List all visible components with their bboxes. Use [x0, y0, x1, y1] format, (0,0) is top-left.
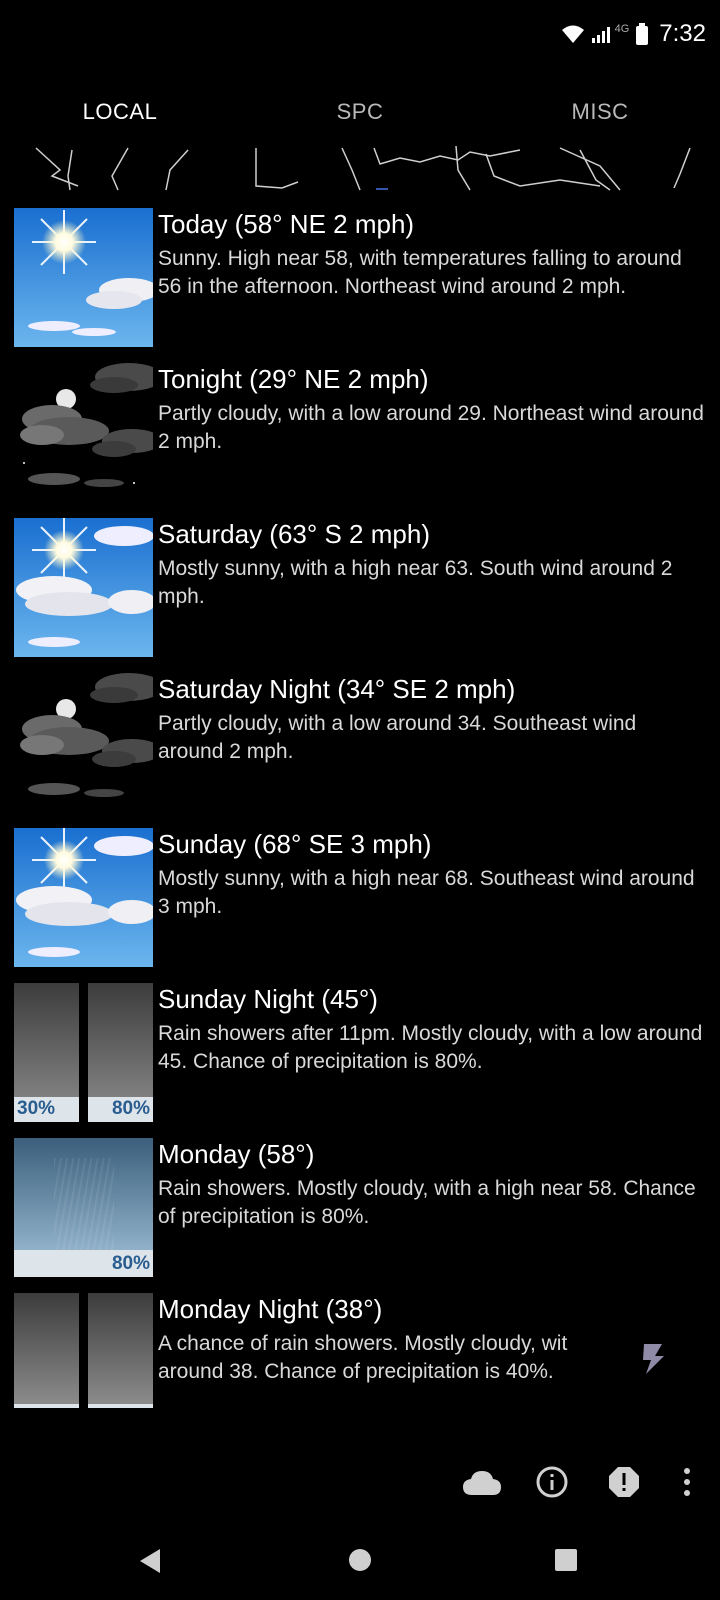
sunny-icon [14, 208, 153, 347]
precip-chance-label: 30% [17, 1098, 56, 1119]
alert-icon[interactable] [608, 1466, 640, 1498]
forecast-row[interactable]: Today (58° NE 2 mph) Sunny. High near 58… [0, 205, 720, 355]
period-title: Today (58° NE 2 mph) [158, 209, 415, 239]
forecast-row[interactable]: Tonight (29° NE 2 mph) Partly cloudy, wi… [0, 360, 720, 510]
period-title: Sunday Night (45°) [158, 984, 378, 1014]
precip-chance-label: 80% [111, 1098, 150, 1119]
battery-icon [636, 23, 649, 45]
forecast-row[interactable]: 80% Monday (58°) Rain showers. Mostly cl… [0, 1135, 720, 1285]
bottom-action-bar [0, 1460, 720, 1520]
forecast-row[interactable]: Sunday (68° SE 3 mph) Mostly sunny, with… [0, 825, 720, 975]
period-description: Sunny. High near 58, with temperatures f… [158, 247, 682, 298]
period-description: Mostly sunny, with a high near 63. South… [158, 557, 673, 608]
forecast-row[interactable]: Saturday (63° S 2 mph) Mostly sunny, wit… [0, 515, 720, 665]
info-icon[interactable] [536, 1466, 568, 1498]
period-description: Rain showers. Mostly cloudy, with a high… [158, 1177, 696, 1228]
period-description: Partly cloudy, with a low around 34. Sou… [158, 712, 637, 763]
period-description: Rain showers after 11pm. Mostly cloudy, … [158, 1022, 703, 1073]
mostly-sunny-icon [14, 518, 153, 657]
period-title: Monday (58°) [158, 1139, 315, 1169]
rain-showers-icon [14, 1293, 153, 1408]
recents-icon[interactable] [554, 1548, 578, 1572]
period-description: Partly cloudy, with a low around 29. Nor… [158, 402, 704, 453]
signal-icon [591, 27, 610, 43]
lightning-icon[interactable] [640, 1342, 668, 1376]
status-bar: 4G 7:32 [0, 0, 720, 72]
tab-spc[interactable]: SPC [240, 82, 480, 142]
period-description: Mostly sunny, with a high near 68. South… [158, 867, 695, 918]
status-icons: 4G 7:32 [561, 20, 706, 48]
period-description: A chance of rain showers. Mostly cloudy,… [158, 1332, 568, 1383]
network-type: 4G [614, 23, 630, 35]
forecast-row[interactable]: 30% 80% Sunday Night (45°) Rain showers … [0, 980, 720, 1130]
tab-local[interactable]: LOCAL [0, 82, 240, 142]
period-title: Monday Night (38°) [158, 1294, 383, 1324]
period-title: Saturday (63° S 2 mph) [158, 519, 430, 549]
partly-cloudy-night-icon [14, 363, 153, 502]
rain-showers-icon: 80% [14, 1138, 153, 1277]
back-icon[interactable] [138, 1548, 162, 1574]
home-icon[interactable] [348, 1548, 372, 1572]
period-title: Tonight (29° NE 2 mph) [158, 364, 429, 394]
system-nav-bar [0, 1528, 720, 1600]
period-title: Saturday Night (34° SE 2 mph) [158, 674, 516, 704]
partly-cloudy-night-icon [14, 673, 153, 812]
clock: 7:32 [659, 20, 706, 47]
radar-map-strip[interactable] [0, 146, 720, 194]
cloud-icon[interactable] [462, 1470, 502, 1496]
forecast-row[interactable]: Saturday Night (34° SE 2 mph) Partly clo… [0, 670, 720, 820]
mostly-sunny-icon [14, 828, 153, 967]
rain-showers-icon: 30% 80% [14, 983, 153, 1122]
tab-misc[interactable]: MISC [480, 82, 720, 142]
precip-chance-label: 80% [111, 1253, 150, 1274]
forecast-row[interactable]: Monday Night (38°) A chance of rain show… [0, 1290, 720, 1408]
tab-bar: LOCAL SPC MISC [0, 82, 720, 142]
more-vert-icon[interactable] [680, 1466, 694, 1498]
wifi-icon [561, 25, 584, 43]
period-title: Sunday (68° SE 3 mph) [158, 829, 432, 859]
